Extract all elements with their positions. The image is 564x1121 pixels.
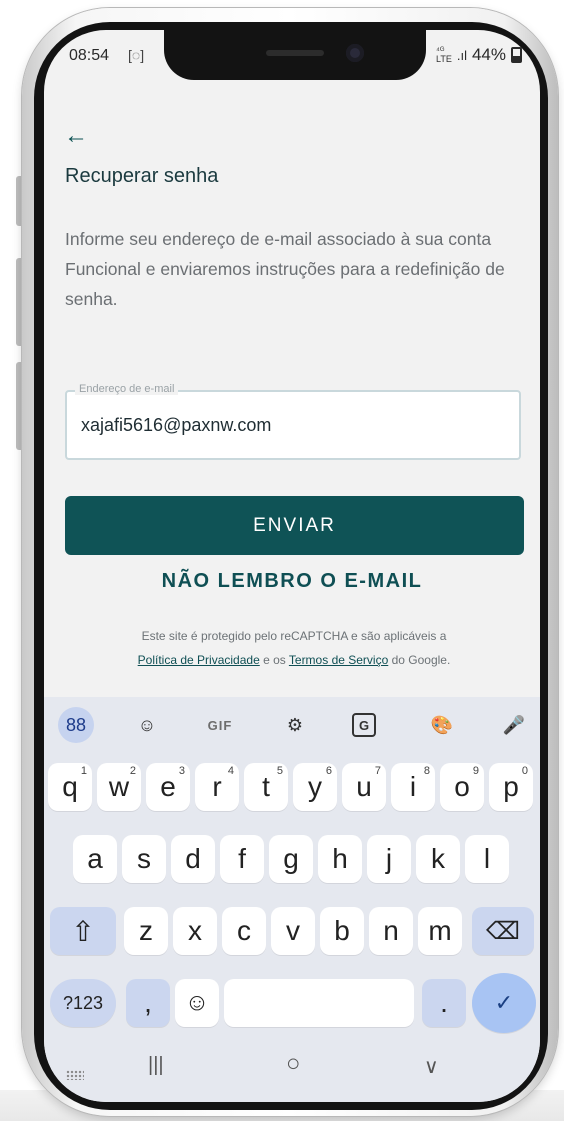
submit-button[interactable]: ENVIAR [65,496,524,555]
backspace-key[interactable]: ⌫ [472,907,534,955]
key-t[interactable]: t5 [244,763,288,811]
signal-icon: .ıl [456,47,467,63]
key-p-number-hint: 0 [521,765,528,777]
key-e[interactable]: e3 [146,763,190,811]
recaptcha-connector: e os [259,653,289,667]
battery-percent: 44% [471,45,506,64]
key-v[interactable]: v [271,907,315,955]
recaptcha-notice: Este site é protegido pelo reCAPTCHA e s… [64,624,524,672]
key-n[interactable]: n [369,907,413,955]
email-input[interactable] [81,412,501,438]
key-y-number-hint: 6 [325,765,332,777]
comma-key[interactable]: , [126,979,170,1027]
period-key[interactable]: . [422,979,466,1027]
microphone-icon[interactable]: 🎤 [496,707,532,743]
key-r-number-hint: 4 [227,765,234,777]
front-camera [346,44,364,62]
key-x[interactable]: x [173,907,217,955]
key-i[interactable]: i8 [391,763,435,811]
keyboard-toolbar: 88 ☺ GIF ⚙ G 🎨 🎤 [44,697,540,753]
apps-grid-icon[interactable]: 88 [58,707,94,743]
key-c[interactable]: c [222,907,266,955]
key-o-number-hint: 9 [472,765,479,777]
hide-keyboard-icon[interactable]: ∨ [424,1054,439,1079]
translate-icon[interactable]: G [352,713,376,737]
key-h[interactable]: h [318,835,362,883]
gif-icon[interactable]: GIF [202,707,238,743]
key-l[interactable]: l [465,835,509,883]
emoji-key[interactable]: ☺ [175,979,219,1027]
shift-key[interactable]: ⇧ [50,907,116,955]
settings-gear-icon[interactable]: ⚙ [277,707,313,743]
recaptcha-text: Este site é protegido pelo reCAPTCHA e s… [141,629,447,643]
key-u-number-hint: 7 [374,765,381,777]
key-g[interactable]: g [269,835,313,883]
keyboard-switch-icon[interactable] [66,1070,84,1080]
key-m[interactable]: m [418,907,462,955]
page-description: Informe seu endereço de e-mail associado… [65,229,505,309]
terms-of-service-link[interactable]: Termos de Serviço [289,653,388,667]
key-e-number-hint: 3 [178,765,185,777]
key-y[interactable]: y6 [293,763,337,811]
battery-icon [511,47,522,63]
key-t-number-hint: 5 [276,765,283,777]
phone-screen: 08:54 [◌] ⁴ᴳ LTE .ıl 44% ← Recuperar senh… [44,30,540,1102]
recent-apps-icon[interactable]: ||| [148,1054,164,1077]
speaker-grille [266,50,324,56]
key-j[interactable]: j [367,835,411,883]
home-icon[interactable]: ○ [286,1050,301,1078]
status-time: 08:54 [69,47,110,64]
email-field-label: Endereço de e-mail [75,383,179,395]
key-u[interactable]: u7 [342,763,386,811]
key-d[interactable]: d [171,835,215,883]
screen-cast-icon: [◌] [128,47,145,63]
sticker-icon[interactable]: ☺ [129,707,165,743]
enter-check-key[interactable]: ✓ [472,973,536,1033]
key-w-number-hint: 2 [129,765,136,777]
privacy-policy-link[interactable]: Política de Privacidade [138,653,260,667]
symbols-key[interactable]: ?123 [50,979,116,1027]
key-q[interactable]: q1 [48,763,92,811]
key-r[interactable]: r4 [195,763,239,811]
key-p[interactable]: p0 [489,763,533,811]
recaptcha-suffix: do Google. [388,653,451,667]
key-q-number-hint: 1 [80,765,87,777]
space-bar[interactable] [224,979,414,1027]
key-b[interactable]: b [320,907,364,955]
system-nav-bar: ||| ○ ∨ [44,1042,540,1102]
email-field[interactable]: Endereço de e-mail [65,383,521,460]
key-i-number-hint: 8 [423,765,430,777]
camera-notch [164,30,426,80]
key-k[interactable]: k [416,835,460,883]
network-type-label: ⁴ᴳ LTE [436,45,452,64]
back-arrow-icon[interactable]: ← [64,122,88,150]
keyboard: 88 ☺ GIF ⚙ G 🎨 🎤 q1w2e3r4t5y6u7i8o9p0 as… [44,697,540,1042]
key-a[interactable]: a [73,835,117,883]
status-icons: ⁴ᴳ LTE .ıl 44% [436,45,522,65]
forgot-email-button[interactable]: NÃO LEMBRO O E-MAIL [44,570,540,593]
key-f[interactable]: f [220,835,264,883]
key-w[interactable]: w2 [97,763,141,811]
key-s[interactable]: s [122,835,166,883]
page-title: Recuperar senha [65,165,219,187]
key-z[interactable]: z [124,907,168,955]
key-o[interactable]: o9 [440,763,484,811]
palette-icon[interactable]: 🎨 [424,707,460,743]
